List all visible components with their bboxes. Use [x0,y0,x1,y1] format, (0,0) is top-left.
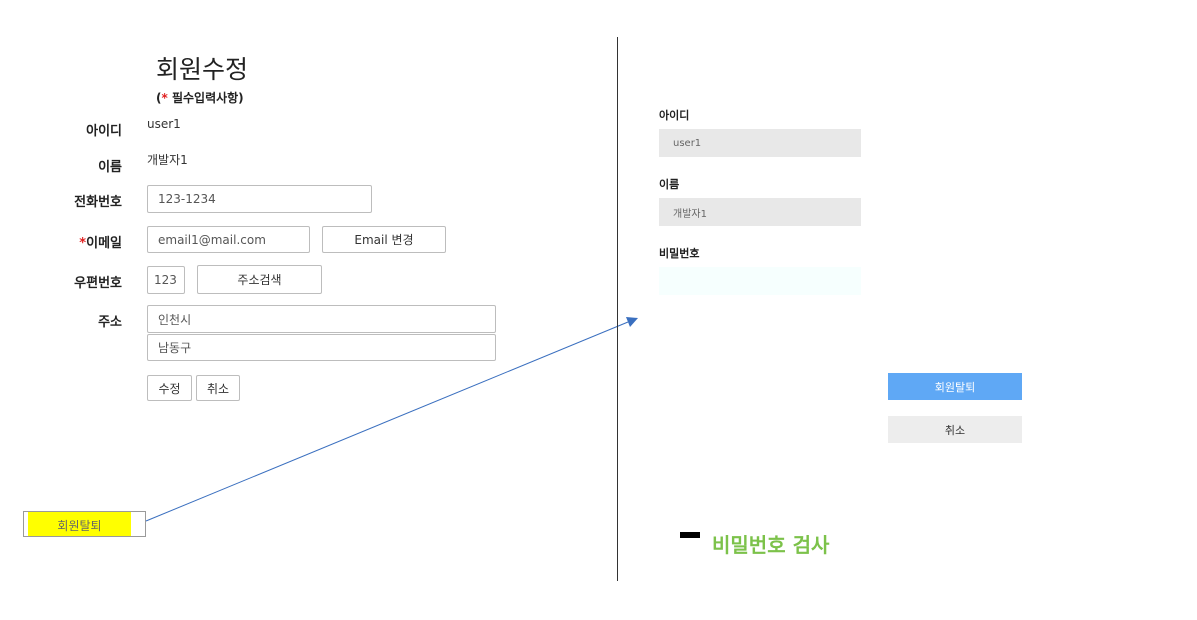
right-password-label: 비밀번호 [659,247,700,260]
right-name-label: 이름 [659,178,680,191]
withdraw-button[interactable]: 회원탈퇴 [888,373,1022,400]
panel-divider [617,37,618,581]
password-check-note: 비밀번호 검사 [712,533,830,557]
right-id-field: user1 [659,129,861,157]
right-cancel-button[interactable]: 취소 [888,416,1022,443]
right-name-field: 개발자1 [659,198,861,226]
arrow-line [145,321,629,522]
note-dash [680,532,700,538]
right-password-input[interactable] [659,267,861,295]
right-id-label: 아이디 [659,109,690,122]
annotation-arrow [145,317,638,522]
